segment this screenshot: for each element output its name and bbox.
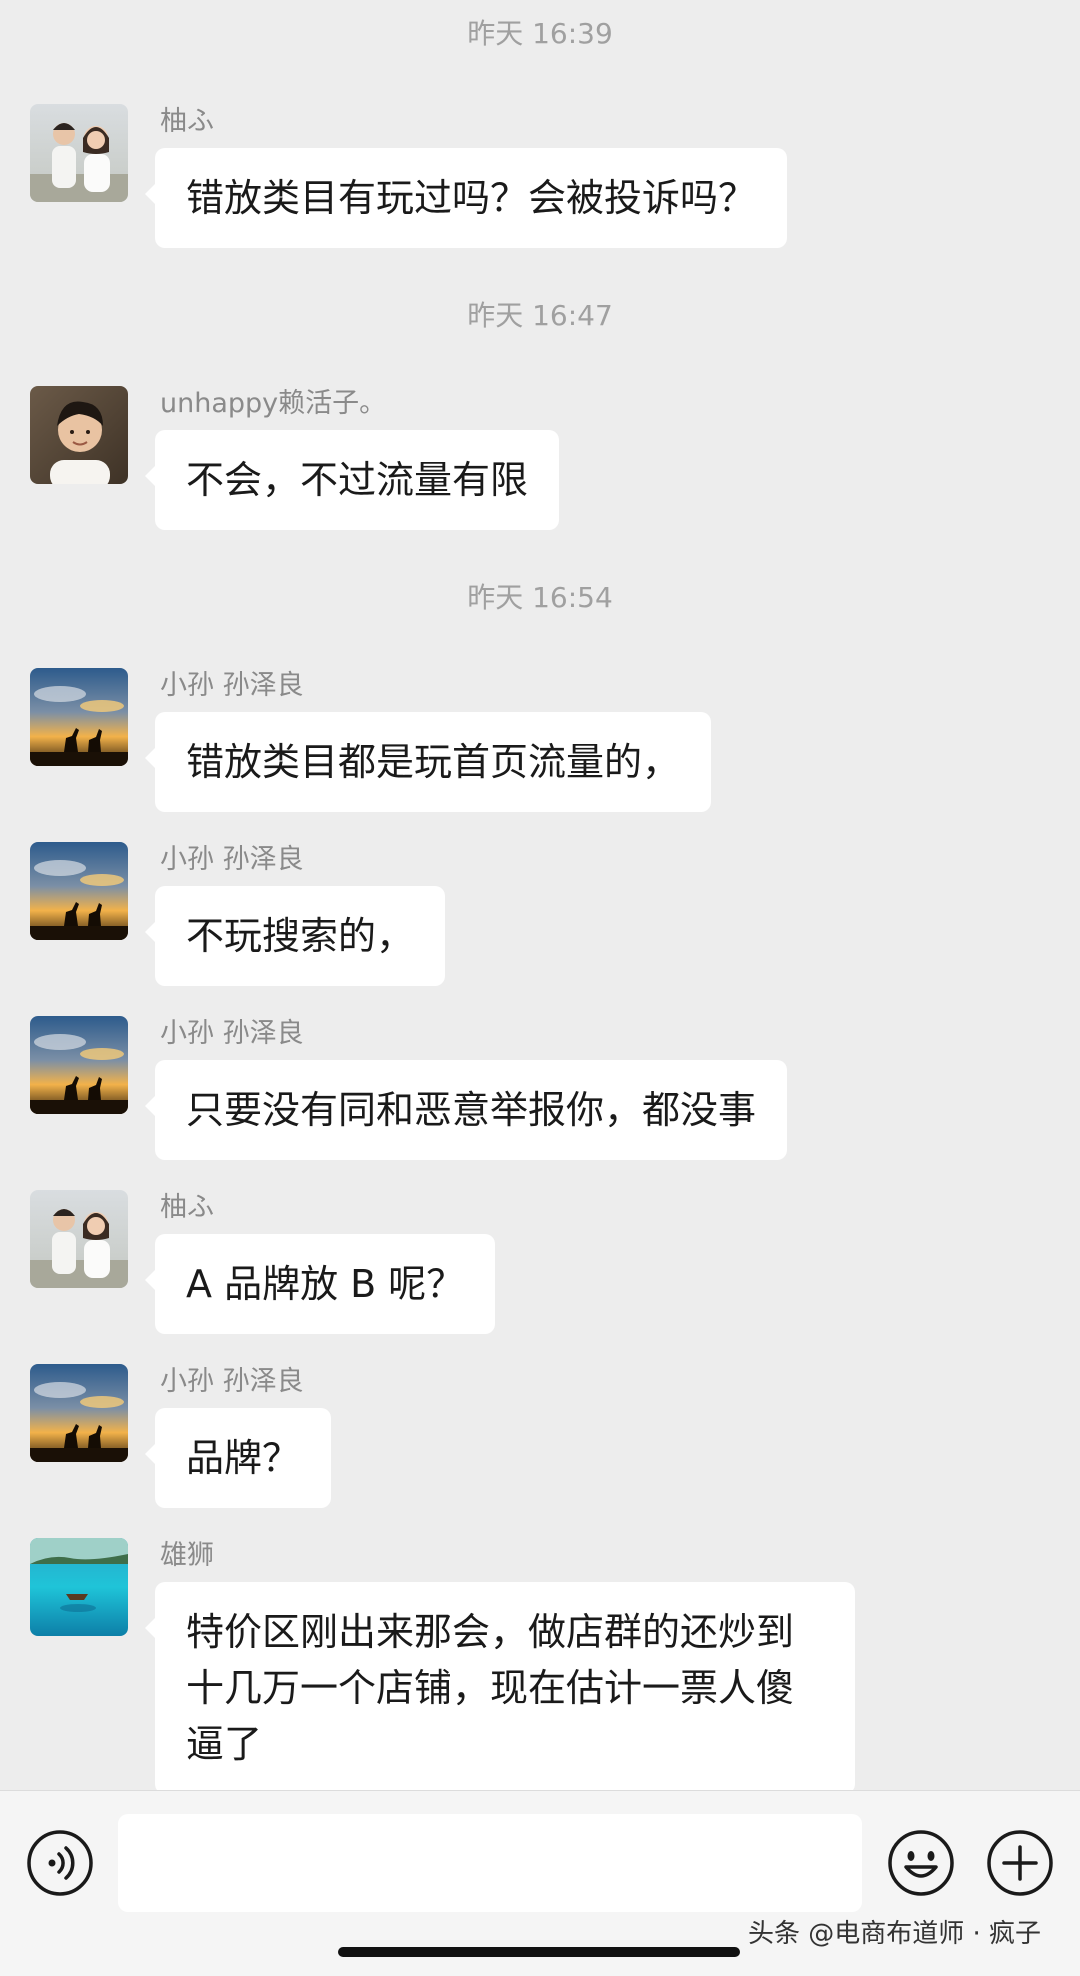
message-bubble[interactable]: 错放类目都是玩首页流量的， [144,712,712,812]
sender-name: 小孙 孙泽良 [160,670,304,701]
couple-photo-avatar[interactable] [30,104,128,202]
plus-icon[interactable] [986,1829,1054,1897]
deer-sunset-avatar[interactable] [30,1364,128,1462]
watermark-text: 头条 @电商布道师 · 疯子 [748,1919,1042,1949]
message-timestamp: 昨天 16:47 [467,299,613,332]
home-indicator[interactable] [338,1947,740,1957]
message-input[interactable] [118,1814,862,1912]
message-bubble[interactable]: 品牌？ [144,1408,332,1508]
message-bubble[interactable]: 错放类目有玩过吗？会被投诉吗？ [144,148,788,248]
message-bubble[interactable]: 特价区刚出来那会，做店群的还炒到十几万一个店铺，现在估计一票人傻逼了 [145,1582,855,1794]
sender-name: 柚ふ [160,106,214,137]
ocean-boat-avatar[interactable] [30,1538,128,1636]
sender-name: 小孙 孙泽良 [160,844,304,875]
sender-name: 小孙 孙泽良 [160,1018,304,1049]
sender-name: unhappy赖活子。 [160,388,387,419]
deer-sunset-avatar[interactable] [30,668,128,766]
couple-photo-avatar[interactable] [30,1190,128,1288]
sender-name: 雄狮 [160,1540,214,1571]
message-bubble[interactable]: 不会，不过流量有限 [144,430,560,530]
message-bubble[interactable]: 不玩搜索的， [144,886,446,986]
voice-icon[interactable] [26,1829,94,1897]
emoji-icon[interactable] [887,1829,955,1897]
sender-name: 柚ふ [160,1192,214,1223]
deer-sunset-avatar[interactable] [30,842,128,940]
deer-sunset-avatar[interactable] [30,1016,128,1114]
message-bubble[interactable]: 只要没有同和恶意举报你，都没事 [144,1060,788,1160]
message-bubble[interactable]: A 品牌放 B 呢？ [144,1234,496,1334]
message-timestamp: 昨天 16:54 [467,581,613,614]
message-timestamp: 昨天 16:39 [467,17,613,50]
man-portrait-avatar[interactable] [30,386,128,484]
chat-area[interactable]: 昨天 16:39 柚ふ 错放类目有玩过吗？会被投诉吗？ 昨天 16:47 unh… [0,0,1080,1794]
sender-name: 小孙 孙泽良 [160,1366,304,1397]
